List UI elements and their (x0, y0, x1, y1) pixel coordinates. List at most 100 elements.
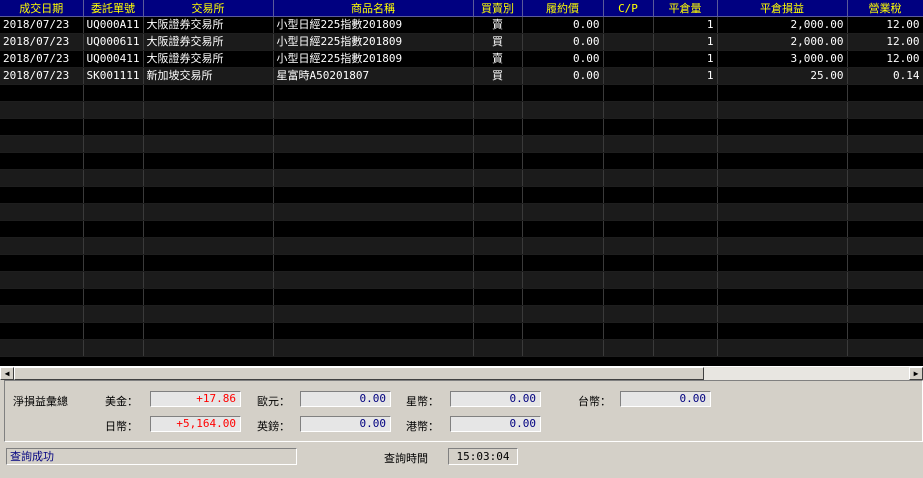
empty-cell (143, 169, 274, 187)
empty-cell (0, 169, 84, 187)
empty-cell (273, 254, 474, 272)
empty-cell (0, 322, 84, 340)
empty-cell (603, 271, 654, 289)
empty-table-row[interactable] (0, 271, 923, 289)
empty-cell (273, 169, 474, 187)
empty-table-row[interactable] (0, 237, 923, 255)
empty-cell (717, 271, 848, 289)
empty-cell (143, 186, 274, 204)
col-strike-cell: 0.00 (522, 67, 604, 85)
empty-table-row[interactable] (0, 84, 923, 102)
empty-table-row[interactable] (0, 101, 923, 119)
empty-cell (273, 305, 474, 323)
empty-cell (847, 118, 923, 136)
query-time-label: 查詢時間 (384, 452, 428, 465)
empty-table-row[interactable] (0, 288, 923, 306)
empty-table-row[interactable] (0, 305, 923, 323)
empty-cell (522, 271, 604, 289)
table-row[interactable]: 2018/07/23 UQ000611 大阪證券交易所 小型日經225指數201809… (0, 33, 923, 51)
col-trade-date-cell: 2018/07/23 (0, 50, 84, 68)
empty-cell (603, 152, 654, 170)
table-row[interactable]: 2018/07/23 UQ000A11 大阪證券交易所 小型日經225指數201809… (0, 16, 923, 34)
col-close-pnl-cell: 25.00 (717, 67, 848, 85)
col-cp-cell (603, 67, 654, 85)
empty-cell (273, 186, 474, 204)
empty-cell (847, 305, 923, 323)
col-order-no-header[interactable]: 委託單號 (83, 0, 144, 17)
empty-cell (522, 84, 604, 102)
empty-cell (83, 220, 144, 238)
col-tax-header[interactable]: 營業稅 (847, 0, 923, 17)
empty-table-row[interactable] (0, 203, 923, 221)
col-strike-header[interactable]: 履約價 (522, 0, 604, 17)
col-trade-date-cell: 2018/07/23 (0, 67, 84, 85)
col-product-header[interactable]: 商品名稱 (273, 0, 474, 17)
empty-cell (653, 118, 718, 136)
col-side-cell: 買 (473, 33, 523, 51)
empty-cell (653, 101, 718, 119)
empty-cell (717, 339, 848, 357)
table-row[interactable]: 2018/07/23 SK001111 新加坡交易所 星富時A50201807 買 0.0… (0, 67, 923, 85)
empty-cell (473, 152, 523, 170)
empty-cell (522, 169, 604, 187)
empty-cell (717, 322, 848, 340)
horizontal-scrollbar[interactable]: ◀ ▶ (0, 366, 923, 380)
empty-cell (83, 322, 144, 340)
col-close-qty-cell: 1 (653, 33, 718, 51)
hkd-label: 港幣： (406, 420, 439, 433)
col-cp-header[interactable]: C/P (603, 0, 654, 17)
empty-cell (717, 288, 848, 306)
empty-cell (522, 152, 604, 170)
empty-cell (603, 84, 654, 102)
empty-cell (0, 220, 84, 238)
scrollbar-track[interactable] (704, 367, 909, 380)
empty-table-row[interactable] (0, 152, 923, 170)
empty-table-row[interactable] (0, 339, 923, 357)
col-exchange-header[interactable]: 交易所 (143, 0, 274, 17)
empty-table-row[interactable] (0, 220, 923, 238)
table-row[interactable]: 2018/07/23 UQ000411 大阪證券交易所 小型日經225指數201809… (0, 50, 923, 68)
empty-cell (83, 203, 144, 221)
empty-cell (473, 237, 523, 255)
scrollbar-thumb[interactable] (14, 367, 704, 380)
empty-cell (653, 305, 718, 323)
col-order-no-cell: UQ000611 (83, 33, 144, 51)
empty-cell (522, 220, 604, 238)
empty-cell (143, 339, 274, 357)
col-close-qty-header[interactable]: 平倉量 (653, 0, 718, 17)
empty-table-row[interactable] (0, 186, 923, 204)
empty-cell (603, 101, 654, 119)
empty-cell (717, 84, 848, 102)
empty-table-row[interactable] (0, 118, 923, 136)
empty-cell (0, 288, 84, 306)
empty-cell (653, 135, 718, 153)
col-strike-cell: 0.00 (522, 33, 604, 51)
empty-cell (143, 118, 274, 136)
empty-table-row[interactable] (0, 254, 923, 272)
scroll-right-icon[interactable]: ▶ (909, 367, 923, 380)
col-product-cell: 小型日經225指數201809 (273, 33, 474, 51)
col-trade-date-header[interactable]: 成交日期 (0, 0, 84, 17)
empty-cell (653, 339, 718, 357)
empty-cell (473, 220, 523, 238)
empty-table-row[interactable] (0, 322, 923, 340)
empty-cell (273, 271, 474, 289)
empty-table-row[interactable] (0, 169, 923, 187)
empty-cell (653, 203, 718, 221)
col-close-pnl-header[interactable]: 平倉損益 (717, 0, 848, 17)
results-grid[interactable]: 成交日期 委託單號 交易所 商品名稱 買賣別 履約價 C/P 平倉量 平倉損益 營業稅 2018/… (0, 0, 923, 366)
summary-title: 淨損益彙總 (13, 395, 68, 408)
col-side-header[interactable]: 買賣別 (473, 0, 523, 17)
empty-cell (273, 322, 474, 340)
col-exchange-cell: 大阪證券交易所 (143, 16, 274, 34)
scroll-left-icon[interactable]: ◀ (0, 367, 14, 380)
empty-cell (847, 271, 923, 289)
empty-table-row[interactable] (0, 135, 923, 153)
empty-cell (653, 254, 718, 272)
empty-cell (847, 322, 923, 340)
empty-cell (273, 118, 474, 136)
col-order-no-cell: UQ000411 (83, 50, 144, 68)
col-close-qty-cell: 1 (653, 50, 718, 68)
empty-cell (603, 339, 654, 357)
empty-cell (143, 203, 274, 221)
